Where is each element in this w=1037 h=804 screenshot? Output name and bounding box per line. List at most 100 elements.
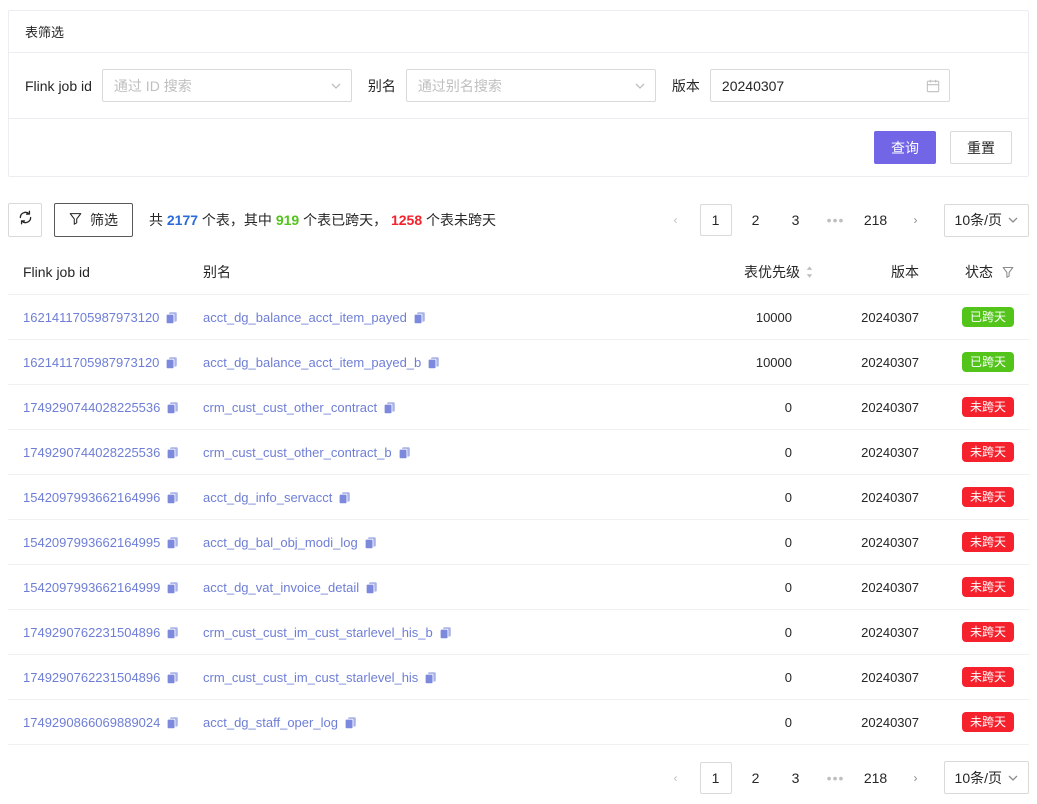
copy-icon[interactable]: [166, 716, 179, 729]
status-badge: 未跨天: [962, 712, 1014, 732]
alias-link[interactable]: crm_cust_cust_other_contract: [203, 400, 377, 415]
page-button-last[interactable]: 218: [860, 204, 892, 236]
status-badge: 已跨天: [962, 352, 1014, 372]
table-row: 1749290744028225536 crm_cust_cust_other_…: [8, 430, 1029, 475]
copy-icon[interactable]: [427, 356, 440, 369]
flink-job-id-link[interactable]: 1542097993662164999: [23, 580, 160, 595]
version-date-picker[interactable]: [710, 69, 950, 102]
flink-job-id-link[interactable]: 1542097993662164995: [23, 535, 160, 550]
table-row: 1749290866069889024 acct_dg_staff_oper_l…: [8, 700, 1029, 745]
page-button-1[interactable]: 1: [700, 204, 732, 236]
flink-job-id-link[interactable]: 1749290866069889024: [23, 715, 160, 730]
status-header-label: 状态: [965, 262, 993, 282]
column-header-alias: 别名: [203, 262, 684, 282]
flink-job-id-link[interactable]: 1542097993662164996: [23, 490, 160, 505]
page-button-3[interactable]: 3: [780, 762, 812, 794]
next-page-button[interactable]: ›: [900, 762, 932, 794]
flink-job-id-link[interactable]: 1749290762231504896: [23, 670, 160, 685]
copy-icon[interactable]: [166, 626, 179, 639]
copy-icon[interactable]: [166, 401, 179, 414]
prev-page-button[interactable]: ‹: [660, 762, 692, 794]
filter-row: Flink job id 通过 ID 搜索 别名 通过别名搜索: [9, 53, 1028, 118]
copy-icon[interactable]: [398, 446, 411, 459]
column-header-status: 状态: [919, 262, 1029, 282]
status-badge: 未跨天: [962, 622, 1014, 642]
version-value: 20240307: [814, 580, 919, 595]
prev-page-button[interactable]: ‹: [660, 204, 692, 236]
version-value: 20240307: [814, 670, 919, 685]
page-size-select[interactable]: 10条/页: [944, 204, 1029, 237]
copy-icon[interactable]: [413, 311, 426, 324]
table-row: 1542097993662164999 acct_dg_vat_invoice_…: [8, 565, 1029, 610]
flink-job-id-link[interactable]: 1749290762231504896: [23, 625, 160, 640]
copy-icon[interactable]: [166, 536, 179, 549]
calendar-icon: [926, 79, 940, 93]
copy-icon[interactable]: [424, 671, 437, 684]
refresh-button[interactable]: [8, 203, 42, 237]
flink-job-id-link[interactable]: 1621411705987973120: [23, 310, 159, 325]
flink-job-id-link[interactable]: 1749290744028225536: [23, 445, 160, 460]
alias-select[interactable]: 通过别名搜索: [406, 69, 656, 102]
priority-value: 0: [684, 580, 814, 595]
alias-link[interactable]: crm_cust_cust_im_cust_starlevel_his: [203, 670, 418, 685]
alias-link[interactable]: acct_dg_bal_obj_modi_log: [203, 535, 358, 550]
copy-icon[interactable]: [165, 311, 178, 324]
page-button-3[interactable]: 3: [780, 204, 812, 236]
table-row: 1749290744028225536 crm_cust_cust_other_…: [8, 385, 1029, 430]
copy-icon[interactable]: [344, 716, 357, 729]
alias-link[interactable]: acct_dg_info_servacct: [203, 490, 332, 505]
next-page-button[interactable]: ›: [900, 204, 932, 236]
table-body: 1621411705987973120 acct_dg_balance_acct…: [8, 295, 1029, 745]
page-size-value: 10条/页: [955, 768, 1002, 788]
filter-panel: 表筛选 Flink job id 通过 ID 搜索 别名 通过别名搜索: [8, 10, 1029, 177]
flink-job-id-placeholder: 通过 ID 搜索: [114, 76, 192, 96]
copy-icon[interactable]: [166, 491, 179, 504]
priority-value: 0: [684, 445, 814, 460]
alias-link[interactable]: acct_dg_balance_acct_item_payed: [203, 310, 407, 325]
copy-icon[interactable]: [365, 581, 378, 594]
page-ellipsis[interactable]: •••: [820, 204, 852, 236]
column-header-flink-job-id: Flink job id: [8, 264, 203, 280]
results-table: Flink job id 别名 表优先级 版本 状态 1621411705987…: [8, 249, 1029, 745]
copy-icon[interactable]: [364, 536, 377, 549]
version-date-input[interactable]: [722, 78, 919, 94]
summary-uncrossed-count: 1258: [391, 212, 422, 228]
query-button[interactable]: 查询: [874, 131, 936, 164]
filter-panel-title: 表筛选: [9, 11, 1028, 53]
alias-link[interactable]: acct_dg_balance_acct_item_payed_b: [203, 355, 421, 370]
alias-link[interactable]: crm_cust_cust_im_cust_starlevel_his_b: [203, 625, 433, 640]
chevron-down-icon: [1007, 772, 1019, 784]
copy-icon[interactable]: [166, 581, 179, 594]
alias-link[interactable]: acct_dg_staff_oper_log: [203, 715, 338, 730]
reset-button[interactable]: 重置: [950, 131, 1012, 164]
copy-icon[interactable]: [338, 491, 351, 504]
column-filter-icon[interactable]: [1002, 266, 1014, 278]
copy-icon[interactable]: [165, 356, 178, 369]
summary-mid2: 个表已跨天，: [299, 212, 391, 228]
alias-label: 别名: [368, 76, 396, 96]
page-size-select[interactable]: 10条/页: [944, 761, 1029, 794]
flink-job-id-select[interactable]: 通过 ID 搜索: [102, 69, 352, 102]
summary-total-count: 2177: [167, 212, 198, 228]
copy-icon[interactable]: [166, 446, 179, 459]
column-header-priority[interactable]: 表优先级: [684, 262, 814, 282]
alias-link[interactable]: acct_dg_vat_invoice_detail: [203, 580, 359, 595]
copy-icon[interactable]: [439, 626, 452, 639]
copy-icon[interactable]: [383, 401, 396, 414]
page-button-last[interactable]: 218: [860, 762, 892, 794]
filter-button[interactable]: 筛选: [54, 203, 133, 237]
priority-value: 0: [684, 490, 814, 505]
table-row: 1542097993662164995 acct_dg_bal_obj_modi…: [8, 520, 1029, 565]
page-button-2[interactable]: 2: [740, 204, 772, 236]
page-ellipsis[interactable]: •••: [820, 762, 852, 794]
priority-header-label: 表优先级: [744, 262, 800, 282]
page-button-1[interactable]: 1: [700, 762, 732, 794]
copy-icon[interactable]: [166, 671, 179, 684]
page-button-2[interactable]: 2: [740, 762, 772, 794]
version-value: 20240307: [814, 535, 919, 550]
flink-job-id-link[interactable]: 1749290744028225536: [23, 400, 160, 415]
sort-icon[interactable]: [805, 265, 814, 279]
flink-job-id-link[interactable]: 1621411705987973120: [23, 355, 159, 370]
refresh-icon: [18, 210, 33, 230]
alias-link[interactable]: crm_cust_cust_other_contract_b: [203, 445, 392, 460]
